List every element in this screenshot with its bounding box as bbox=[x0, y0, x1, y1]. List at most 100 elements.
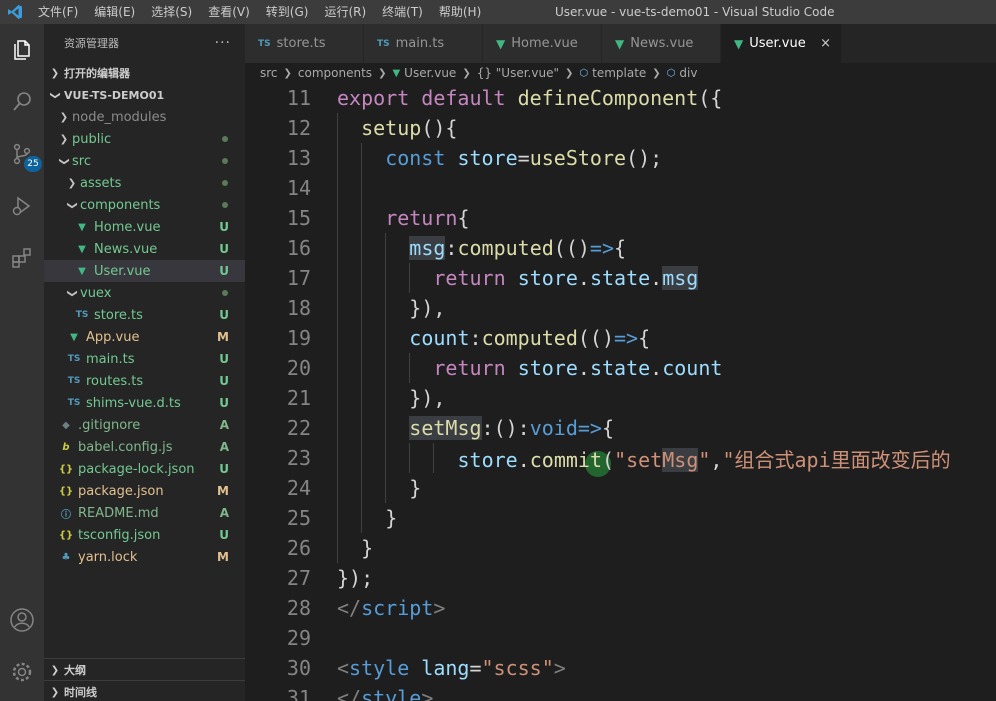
editor-tab[interactable]: TS store.ts bbox=[245, 24, 364, 63]
menu-item[interactable]: 文件(F) bbox=[30, 0, 86, 24]
indent-guide bbox=[361, 443, 363, 473]
vue-file-icon: ▼ bbox=[615, 36, 625, 51]
git-status-dot bbox=[222, 180, 228, 186]
editor-tab[interactable]: ▼ News.vue bbox=[602, 24, 721, 63]
code-token: ({ bbox=[698, 86, 723, 110]
line-number: 12 bbox=[286, 116, 311, 140]
code-token: = bbox=[517, 146, 530, 170]
tree-item[interactable]: ♣ yarn.lock M bbox=[44, 546, 245, 568]
tree-item[interactable]: ❯ public bbox=[44, 128, 245, 150]
tree-item[interactable]: b babel.config.js A bbox=[44, 436, 245, 458]
code-text: return store.state.count bbox=[433, 356, 722, 380]
json-file-icon: {} bbox=[58, 485, 74, 497]
tree-item-label: .gitignore bbox=[78, 417, 141, 433]
tree-item[interactable]: ⓘ README.md A bbox=[44, 502, 245, 524]
indent-guide bbox=[337, 353, 338, 383]
tree-item-label: tsconfig.json bbox=[78, 527, 161, 543]
line-number: 24 bbox=[286, 476, 311, 500]
breadcrumb-item[interactable]: template bbox=[592, 66, 646, 80]
tree-item[interactable]: ▼ App.vue M bbox=[44, 326, 245, 348]
code-token: }); bbox=[337, 566, 374, 590]
more-actions-icon[interactable]: ··· bbox=[215, 35, 231, 51]
vue-file-icon: ▼ bbox=[734, 36, 744, 51]
run-debug-icon[interactable] bbox=[6, 190, 38, 222]
code-token: { bbox=[638, 326, 651, 350]
tree-item[interactable]: ❯ src bbox=[44, 150, 245, 172]
chevron-right-icon: ❯ bbox=[564, 67, 574, 79]
tree-item[interactable]: TS store.ts U bbox=[44, 304, 245, 326]
code-token: msg bbox=[409, 236, 446, 260]
menu-item[interactable]: 帮助(H) bbox=[431, 0, 489, 24]
editor-tab[interactable]: TS main.ts bbox=[364, 24, 483, 63]
account-icon[interactable] bbox=[6, 604, 38, 636]
open-editors-section[interactable]: ❯ 打开的编辑器 bbox=[44, 62, 245, 84]
yarn-file-icon: ♣ bbox=[61, 551, 71, 563]
indent-guide bbox=[385, 383, 387, 413]
outline-section[interactable]: ❯ 大纲 bbox=[44, 658, 245, 681]
code-text: </script> bbox=[337, 596, 445, 620]
title-bar: 文件(F) 编辑(E) 选择(S) 查看(V) 转到(G) 运行(R) 终端(T) 帮助(H)… bbox=[0, 0, 996, 24]
code-token: ( bbox=[602, 447, 615, 472]
tree-item-label: yarn.lock bbox=[78, 549, 138, 565]
tree-item[interactable]: ❯ node_modules bbox=[44, 106, 245, 128]
timeline-section[interactable]: ❯ 时间线 bbox=[44, 680, 245, 701]
vue-file-icon: ▼ bbox=[78, 221, 86, 233]
timeline-label: 时间线 bbox=[64, 686, 97, 699]
breadcrumb-item[interactable]: {} "User.vue" bbox=[477, 66, 559, 80]
files-icon[interactable] bbox=[6, 34, 38, 66]
indent-guide bbox=[361, 263, 363, 293]
project-section[interactable]: ❯ VUE-TS-DEMO01 bbox=[44, 84, 245, 106]
chevron-right-icon: ❯ bbox=[652, 67, 661, 79]
source-control-icon[interactable]: 25 bbox=[6, 138, 42, 172]
tree-item[interactable]: TS shims-vue.d.ts U bbox=[44, 392, 245, 414]
code-token: Msg bbox=[662, 447, 699, 472]
git-status-badge: A bbox=[219, 418, 229, 432]
tree-item[interactable]: {} package-lock.json U bbox=[44, 458, 245, 480]
close-tab-icon[interactable]: × bbox=[820, 36, 831, 51]
tree-item[interactable]: ▼ Home.vue U bbox=[44, 216, 245, 238]
code-editor[interactable]: 11 export default defineComponent({12 setu… bbox=[245, 83, 996, 701]
tree-item[interactable]: ▼ User.vue U bbox=[44, 260, 245, 282]
menu-item[interactable]: 转到(G) bbox=[258, 0, 317, 24]
breadcrumb-item[interactable]: User.vue bbox=[404, 66, 456, 80]
indent-guide bbox=[385, 233, 387, 263]
code-token: "set bbox=[614, 447, 663, 472]
code-line: 23 store.commit("setMsg","组合式api里面改变后的 bbox=[245, 443, 996, 473]
tree-item[interactable]: ▼ News.vue U bbox=[44, 238, 245, 260]
tree-item[interactable]: {} package.json M bbox=[44, 480, 245, 502]
typescript-file-icon: TS bbox=[75, 310, 89, 320]
tree-item[interactable]: ❯ vuex bbox=[44, 282, 245, 304]
code-token: void bbox=[529, 416, 578, 440]
git-status-badge: U bbox=[219, 242, 229, 256]
code-text: return{ bbox=[385, 206, 469, 230]
menu-item[interactable]: 运行(R) bbox=[316, 0, 374, 24]
code-token: store bbox=[517, 266, 578, 290]
menu-item[interactable]: 终端(T) bbox=[374, 0, 431, 24]
tree-item[interactable]: ❯ components bbox=[44, 194, 245, 216]
code-token: { bbox=[601, 416, 615, 440]
editor-tab[interactable]: ▼ User.vue × bbox=[721, 24, 842, 63]
line-number: 16 bbox=[286, 236, 311, 260]
outline-label: 大纲 bbox=[64, 664, 86, 677]
tree-item[interactable]: TS main.ts U bbox=[44, 348, 245, 370]
menu-item[interactable]: 查看(V) bbox=[200, 0, 258, 24]
git-status-badge: M bbox=[217, 484, 229, 498]
tree-item[interactable]: ❯ assets bbox=[44, 172, 245, 194]
code-token: } bbox=[361, 536, 374, 560]
tree-item[interactable]: ◆ .gitignore A bbox=[44, 414, 245, 436]
line-number: 30 bbox=[286, 656, 311, 680]
chevron-right-icon: ❯ bbox=[59, 111, 69, 123]
menu-item[interactable]: 选择(S) bbox=[143, 0, 200, 24]
tree-item[interactable]: TS routes.ts U bbox=[44, 370, 245, 392]
breadcrumb-item[interactable]: components bbox=[298, 66, 372, 80]
indent-guide bbox=[385, 413, 387, 443]
menu-item[interactable]: 编辑(E) bbox=[86, 0, 143, 24]
settings-gear-icon[interactable] bbox=[6, 656, 38, 688]
extensions-icon[interactable] bbox=[6, 242, 38, 274]
breadcrumb-item[interactable]: div bbox=[679, 66, 697, 80]
search-icon[interactable] bbox=[6, 86, 38, 118]
code-text: <style lang="scss"> bbox=[337, 656, 566, 680]
tree-item[interactable]: {} tsconfig.json U bbox=[44, 524, 245, 546]
breadcrumb-item[interactable]: src bbox=[260, 66, 278, 80]
editor-tab[interactable]: ▼ Home.vue bbox=[483, 24, 602, 63]
